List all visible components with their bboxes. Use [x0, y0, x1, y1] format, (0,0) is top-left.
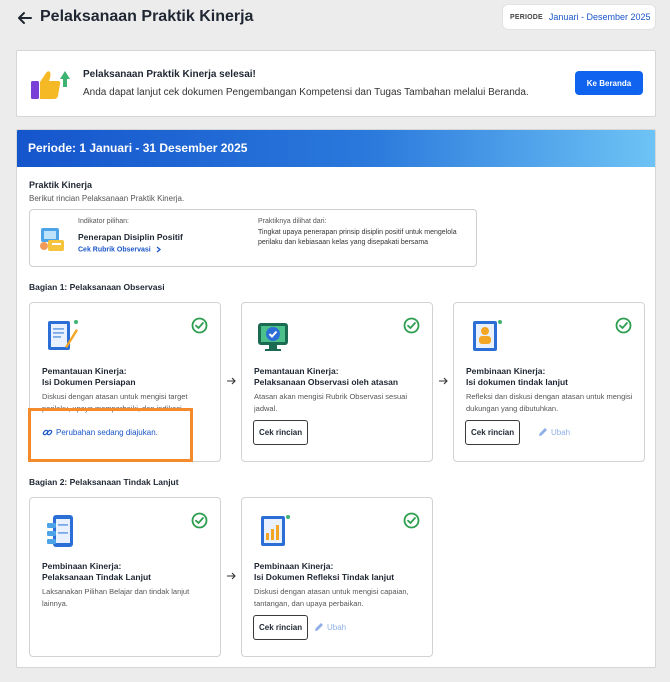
check-circle-icon: [403, 317, 420, 334]
ubah-button[interactable]: Ubah: [314, 622, 346, 632]
praktik-label: Praktiknya dilihat dari:: [258, 218, 327, 225]
cek-rubrik-link[interactable]: Cek Rubrik Observasi: [78, 246, 162, 253]
check-circle-icon: [403, 512, 420, 529]
ubah-label: Ubah: [551, 427, 571, 437]
completion-banner: Pelaksanaan Praktik Kinerja selesai! And…: [16, 50, 656, 117]
indikator-value: Penerapan Disiplin Positif: [78, 232, 183, 242]
top-bar: Pelaksanaan Praktik Kinerja PERIODE Janu…: [0, 0, 670, 36]
card-title-line2: Pelaksanaan Observasi oleh atasan: [254, 377, 399, 387]
card-title-line2: Isi Dokumen Refleksi Tindak lanjut: [254, 572, 395, 582]
praktik-kinerja-description: Berikut rincian Pelaksanaan Praktik Kine…: [29, 194, 185, 203]
check-circle-icon: [191, 512, 208, 529]
arrow-right-icon: [227, 572, 236, 580]
period-selector[interactable]: PERIODE Januari - Desember 2025: [502, 4, 656, 30]
card-title-line1: Pembinaan Kinerja:: [254, 561, 334, 571]
document-pen-icon: [48, 320, 78, 350]
discipline-illustration-icon: [40, 228, 64, 251]
period-value: Januari - Desember 2025: [548, 12, 651, 22]
cek-rincian-button[interactable]: Cek rincian: [253, 615, 309, 640]
cek-rubrik-label: Cek Rubrik Observasi: [78, 246, 151, 254]
main-panel: Periode: 1 Januari - 31 Desember 2025 Pr…: [16, 129, 656, 668]
page-title: Pelaksanaan Praktik Kinerja: [40, 8, 254, 25]
pencil-icon: [315, 623, 323, 631]
document-chart-icon: [261, 515, 290, 546]
ubah-label: Ubah: [327, 622, 347, 632]
banner-description: Anda dapat lanjut cek dokumen Pengembang…: [83, 87, 529, 98]
thumbs-up-icon: [31, 71, 70, 99]
card-title-line1: Pembinaan Kinerja:: [466, 366, 546, 376]
card-description: Refleksi dan diskusi dengan atasan untuk…: [466, 392, 633, 413]
card-description: Diskusi dengan atasan untuk mengisi capa…: [254, 587, 409, 608]
card-title-line1: Pembinaan Kinerja:: [42, 561, 122, 571]
monitor-check-icon: [258, 323, 288, 351]
bagian-2-title: Bagian 2: Pelaksanaan Tindak Lanjut: [29, 477, 179, 487]
card-description: Laksanakan Pilihan Belajar dan tindak la…: [42, 587, 190, 608]
ubah-button[interactable]: Ubah: [538, 427, 570, 437]
chevron-right-icon: [156, 246, 161, 253]
arrow-right-icon: [227, 377, 236, 385]
card-pelaksanaan-tindak-lanjut: Pembinaan Kinerja: Pelaksanaan Tindak La…: [29, 497, 221, 657]
card-title-line2: Pelaksanaan Tindak Lanjut: [42, 572, 151, 582]
praktik-value: Tingkat upaya penerapan prinsip disiplin…: [258, 229, 457, 246]
banner-title: Pelaksanaan Praktik Kinerja selesai!: [83, 69, 256, 80]
card-title-line1: Pemantauan Kinerja:: [42, 366, 127, 376]
cek-rincian-button[interactable]: Cek rincian: [253, 420, 309, 445]
arrow-left-icon[interactable]: [16, 9, 34, 27]
arrow-right-icon: [439, 377, 448, 385]
period-label: PERIODE: [510, 13, 543, 21]
pencil-icon: [539, 428, 547, 436]
card-title-line2: Isi Dokumen Persiapan: [42, 377, 136, 387]
card-isi-dokumen-tindak-lanjut: Pembinaan Kinerja: Isi dokumen tindak la…: [453, 302, 645, 462]
check-circle-icon: [191, 317, 208, 334]
highlight-frame: [28, 408, 193, 462]
bagian-1-title: Bagian 1: Pelaksanaan Observasi: [29, 282, 165, 292]
check-circle-icon: [615, 317, 632, 334]
indikator-label: Indikator pilihan:: [78, 218, 129, 225]
phone-checklist-icon: [47, 515, 73, 547]
card-title-line1: Pemantauan Kinerja:: [254, 366, 339, 376]
card-description: Atasan akan mengisi Rubrik Observasi ses…: [254, 392, 407, 413]
period-heading-bar: Periode: 1 Januari - 31 Desember 2025: [17, 130, 655, 167]
period-heading: Periode: 1 Januari - 31 Desember 2025: [28, 141, 248, 155]
indikator-box: Indikator pilihan: Penerapan Disiplin Po…: [29, 209, 477, 267]
document-person-icon: [473, 320, 502, 351]
card-isi-dokumen-refleksi: Pembinaan Kinerja: Isi Dokumen Refleksi …: [241, 497, 433, 657]
ke-beranda-button[interactable]: Ke Beranda: [575, 71, 643, 95]
card-title-line2: Isi dokumen tindak lanjut: [466, 377, 569, 387]
praktik-kinerja-title: Praktik Kinerja: [29, 180, 93, 190]
cek-rincian-button[interactable]: Cek rincian: [465, 420, 521, 445]
card-pelaksanaan-observasi: Pemantauan Kinerja: Pelaksanaan Observas…: [241, 302, 433, 462]
